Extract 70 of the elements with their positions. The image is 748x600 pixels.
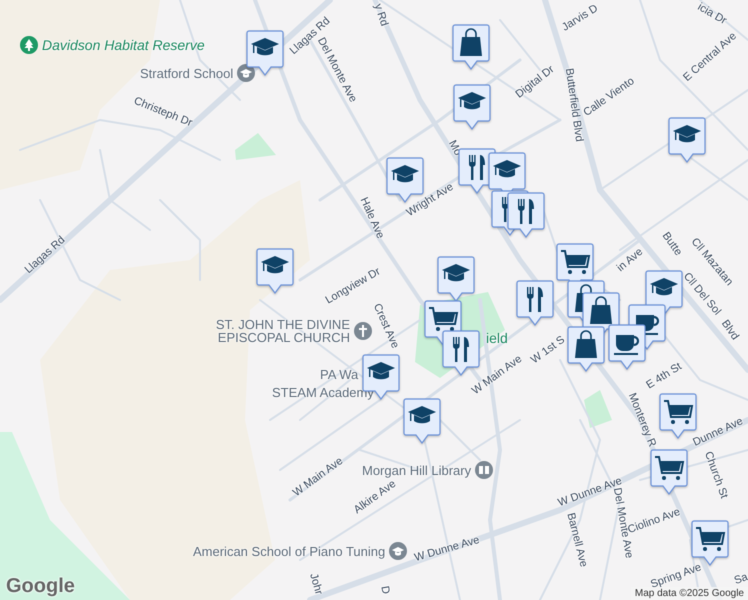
street-label: y Rd (372, 2, 390, 28)
map-marker[interactable] (403, 398, 441, 444)
street-label: Del Monte Ave (314, 36, 360, 104)
map-marker[interactable] (507, 192, 545, 238)
map-marker[interactable] (437, 256, 475, 302)
graduation-cap-icon (251, 38, 279, 56)
graduation-cap-icon (673, 125, 701, 142)
google-logo: Google (6, 575, 75, 598)
graduation-cap-icon (261, 256, 289, 274)
place-label: Stratford School (140, 66, 234, 80)
map-marker[interactable] (650, 449, 688, 495)
map-marker[interactable] (567, 326, 605, 372)
map-marker[interactable] (256, 248, 294, 294)
graduation-cap-icon (493, 160, 521, 178)
street-label: Crest Ave (370, 302, 402, 350)
place-label: Morgan Hill Library (362, 462, 472, 478)
street-label: Dunne Ave (691, 415, 745, 449)
map-marker[interactable] (516, 280, 554, 326)
street-label: Church St (702, 450, 730, 500)
street-label: icia Dr (696, 1, 728, 27)
place-label: STEAM Academy (272, 385, 374, 400)
fork-knife-icon (453, 337, 469, 362)
map-marker[interactable] (608, 324, 646, 370)
street-label: E 4th St (644, 360, 684, 392)
map-marker[interactable] (246, 30, 284, 76)
street-label: Butterfield Blvd (562, 68, 586, 142)
park-area (235, 133, 276, 160)
shopping-cart-icon (655, 456, 684, 480)
cross-icon (354, 322, 372, 340)
street-label: D (378, 585, 392, 595)
graduation-cap-icon (650, 278, 678, 296)
street-label: Johr (307, 572, 325, 596)
graduation-cap-icon (367, 362, 395, 380)
place-label: ST. JOHN THE DIVINE EPISCOPAL CHURCH (214, 318, 350, 344)
map-marker[interactable] (453, 84, 491, 130)
shopping-cart-icon (561, 250, 590, 274)
place-label: ield (486, 330, 508, 346)
shopping-cart-icon (696, 527, 726, 551)
coffee-cup-icon (614, 335, 640, 355)
map-marker[interactable] (668, 117, 706, 163)
street-label: Barnell Ave (564, 512, 590, 568)
map-marker[interactable] (452, 24, 490, 70)
shopping-bag-icon (590, 296, 612, 324)
street-label: W Main Ave (290, 454, 346, 500)
graduation-cap-icon (389, 542, 408, 560)
street-label: W 1st S (528, 334, 568, 366)
shopping-cart-icon (664, 400, 694, 424)
tree-icon (20, 36, 38, 54)
shopping-bag-icon (575, 330, 597, 358)
fork-knife-icon (527, 287, 543, 312)
place-label: PA Wa (320, 367, 358, 382)
graduation-cap-icon (458, 92, 486, 110)
graduation-cap-icon (408, 406, 436, 424)
graduation-cap-icon (442, 264, 470, 282)
shopping-cart-icon (429, 307, 458, 331)
street-label: Sa (732, 571, 748, 587)
street-label: W Dunne Ave (413, 534, 481, 564)
place-label: Davidson Habitat Reserve (42, 37, 205, 53)
street-label: Hale Ave (358, 196, 386, 240)
map-marker[interactable] (442, 330, 480, 376)
place-label: American School of Piano Tuning (193, 544, 386, 558)
street-label: in Ave (614, 246, 646, 274)
graduation-cap-icon (391, 165, 419, 182)
shopping-bag-icon (460, 28, 482, 56)
street-label: W Main Ave (470, 352, 524, 398)
park-area (584, 390, 612, 428)
fork-knife-icon (469, 155, 485, 180)
book-icon (475, 461, 494, 479)
map-marker[interactable] (691, 520, 729, 566)
fork-knife-icon (518, 199, 534, 224)
